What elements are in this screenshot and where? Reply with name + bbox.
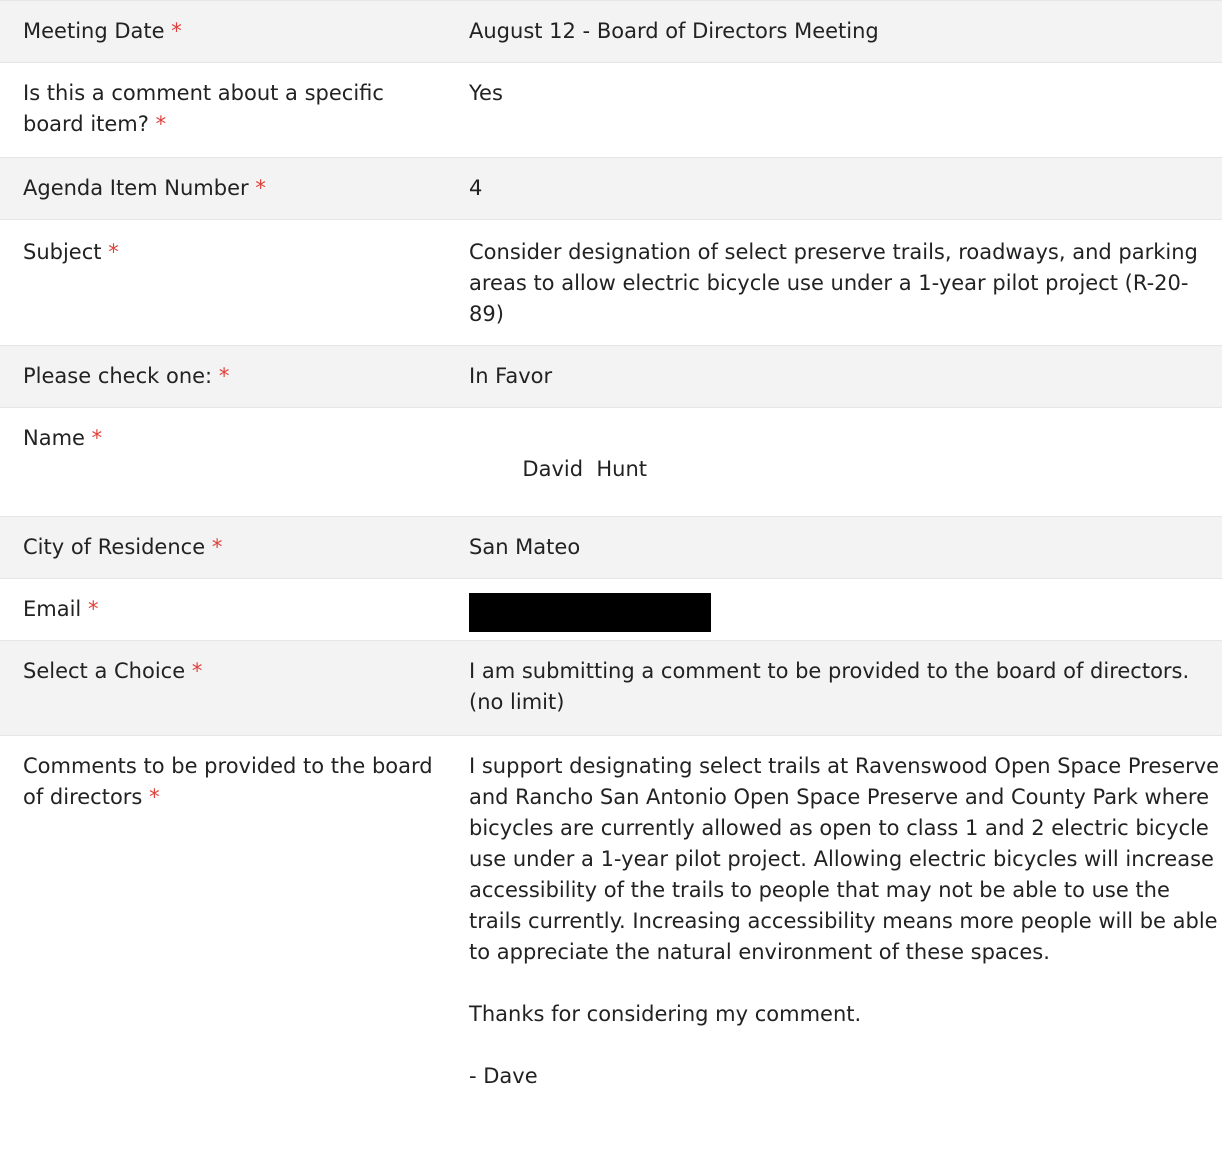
field-label: Is this a comment about a specific board…: [0, 62, 446, 158]
field-value: 4: [446, 157, 1222, 220]
row-city-of-residence: City of Residence * San Mateo: [0, 516, 1222, 579]
comment-signature: - Dave: [469, 1064, 538, 1088]
field-label-text: Comments to be provided to the board of …: [23, 754, 433, 809]
field-label: Email *: [0, 578, 446, 641]
required-marker: *: [108, 240, 119, 264]
field-label-text: Select a Choice: [23, 659, 186, 683]
field-label: Select a Choice *: [0, 640, 446, 736]
field-value: August 12 - Board of Directors Meeting: [446, 0, 1222, 63]
comment-paragraph: I support designating select trails at R…: [469, 754, 1220, 964]
required-marker: *: [211, 535, 223, 559]
field-label: Comments to be provided to the board of …: [0, 736, 446, 1170]
required-marker: *: [218, 364, 230, 388]
row-name: Name * David Hunt: [0, 407, 1222, 517]
required-marker: *: [155, 112, 167, 136]
required-marker: *: [255, 176, 266, 200]
field-value: [446, 578, 1222, 641]
field-value: I am submitting a comment to be provided…: [446, 640, 1222, 736]
field-label: City of Residence *: [0, 516, 446, 579]
field-label-text: Please check one:: [23, 364, 213, 388]
row-comments: Comments to be provided to the board of …: [0, 736, 1222, 1170]
field-value: San Mateo: [446, 516, 1222, 579]
required-marker: *: [191, 659, 203, 683]
field-label-text: Meeting Date: [23, 19, 165, 43]
submission-details-table: Meeting Date * August 12 - Board of Dire…: [0, 0, 1222, 1170]
row-select-a-choice: Select a Choice * I am submitting a comm…: [0, 640, 1222, 736]
required-marker: *: [87, 597, 99, 621]
field-value: In Favor: [446, 345, 1222, 408]
field-label-text: City of Residence: [23, 535, 206, 559]
name-value: David Hunt: [522, 457, 648, 481]
subject-value: Consider designation of select preserve …: [469, 240, 1198, 326]
field-label: Meeting Date *: [0, 0, 446, 63]
field-label-text: Is this a comment about a specific board…: [23, 81, 384, 136]
field-label: Please check one: *: [0, 345, 446, 408]
row-agenda-item-number: Agenda Item Number * 4: [0, 157, 1222, 220]
field-value: David Hunt: [446, 407, 1222, 517]
field-label-text: Name: [23, 426, 85, 450]
field-label-text: Email: [23, 597, 82, 621]
field-label: Subject *: [0, 219, 446, 346]
agenda-item-number-value: 4: [469, 176, 483, 200]
row-email: Email *: [0, 578, 1222, 641]
required-marker: *: [149, 785, 160, 809]
field-label: Agenda Item Number *: [0, 157, 446, 220]
choice-value: I am submitting a comment to be provided…: [469, 659, 1190, 714]
field-label-text: Subject: [23, 240, 102, 264]
row-meeting-date: Meeting Date * August 12 - Board of Dire…: [0, 0, 1222, 63]
row-specific-board-item: Is this a comment about a specific board…: [0, 62, 1222, 158]
meeting-date-value: August 12 - Board of Directors Meeting: [469, 19, 879, 43]
position-value: In Favor: [469, 364, 553, 388]
city-value: San Mateo: [469, 535, 581, 559]
required-marker: *: [171, 19, 182, 43]
field-label: Name *: [0, 407, 446, 517]
field-value: Consider designation of select preserve …: [446, 219, 1222, 346]
required-marker: *: [91, 426, 103, 450]
field-value: I support designating select trails at R…: [446, 736, 1222, 1170]
comment-paragraph: Thanks for considering my comment.: [469, 1002, 862, 1026]
specific-board-item-value: Yes: [469, 81, 503, 105]
redacted-email-block: [469, 593, 711, 632]
row-subject: Subject * Consider designation of select…: [0, 219, 1222, 346]
field-value: Yes: [446, 62, 1222, 158]
field-label-text: Agenda Item Number: [23, 176, 249, 200]
row-please-check-one: Please check one: * In Favor: [0, 345, 1222, 408]
